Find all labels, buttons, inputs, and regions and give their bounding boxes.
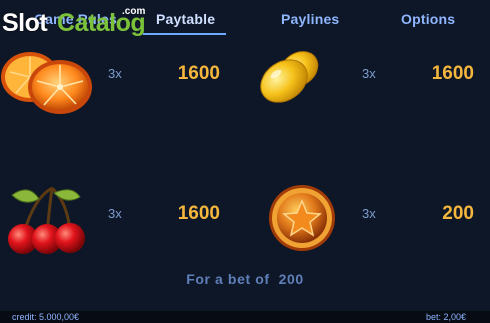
payout-orange: 1600 xyxy=(177,63,220,84)
tab-paytable[interactable]: Paytable xyxy=(156,11,215,27)
bet-info-label: For a bet of xyxy=(186,271,275,287)
active-tab-indicator xyxy=(143,33,226,35)
multiplier-orange: 3x xyxy=(108,66,122,81)
multiplier-cherries: 3x xyxy=(108,206,122,221)
status-bar: credit: 5.000,00€ bet: 2,00€ xyxy=(0,311,490,323)
cherries-icon xyxy=(4,183,88,262)
watermark-suffix: .com xyxy=(122,6,146,17)
payout-star-coin: 200 xyxy=(442,203,474,224)
payout-cherries: 1600 xyxy=(177,203,220,224)
bet-display: bet: 2,00€ xyxy=(425,312,466,322)
multiplier-lemon: 3x xyxy=(362,66,376,81)
multiplier-star-coin: 3x xyxy=(362,206,376,221)
lemon-icon xyxy=(254,45,324,112)
bet-info-value: 200 xyxy=(278,271,304,287)
tab-paylines[interactable]: Paylines xyxy=(281,11,339,27)
payout-lemon: 1600 xyxy=(431,63,474,84)
credit-display: credit: 5.000,00€ xyxy=(12,312,80,322)
watermark-brand-left: Slot xyxy=(2,9,48,37)
orange-icon xyxy=(0,50,96,121)
tab-options[interactable]: Options xyxy=(401,11,455,27)
bet-info: For a bet of 200 xyxy=(0,271,490,287)
star-coin-icon xyxy=(267,183,337,258)
watermark-logo: Slot Catalog .com xyxy=(2,6,152,42)
